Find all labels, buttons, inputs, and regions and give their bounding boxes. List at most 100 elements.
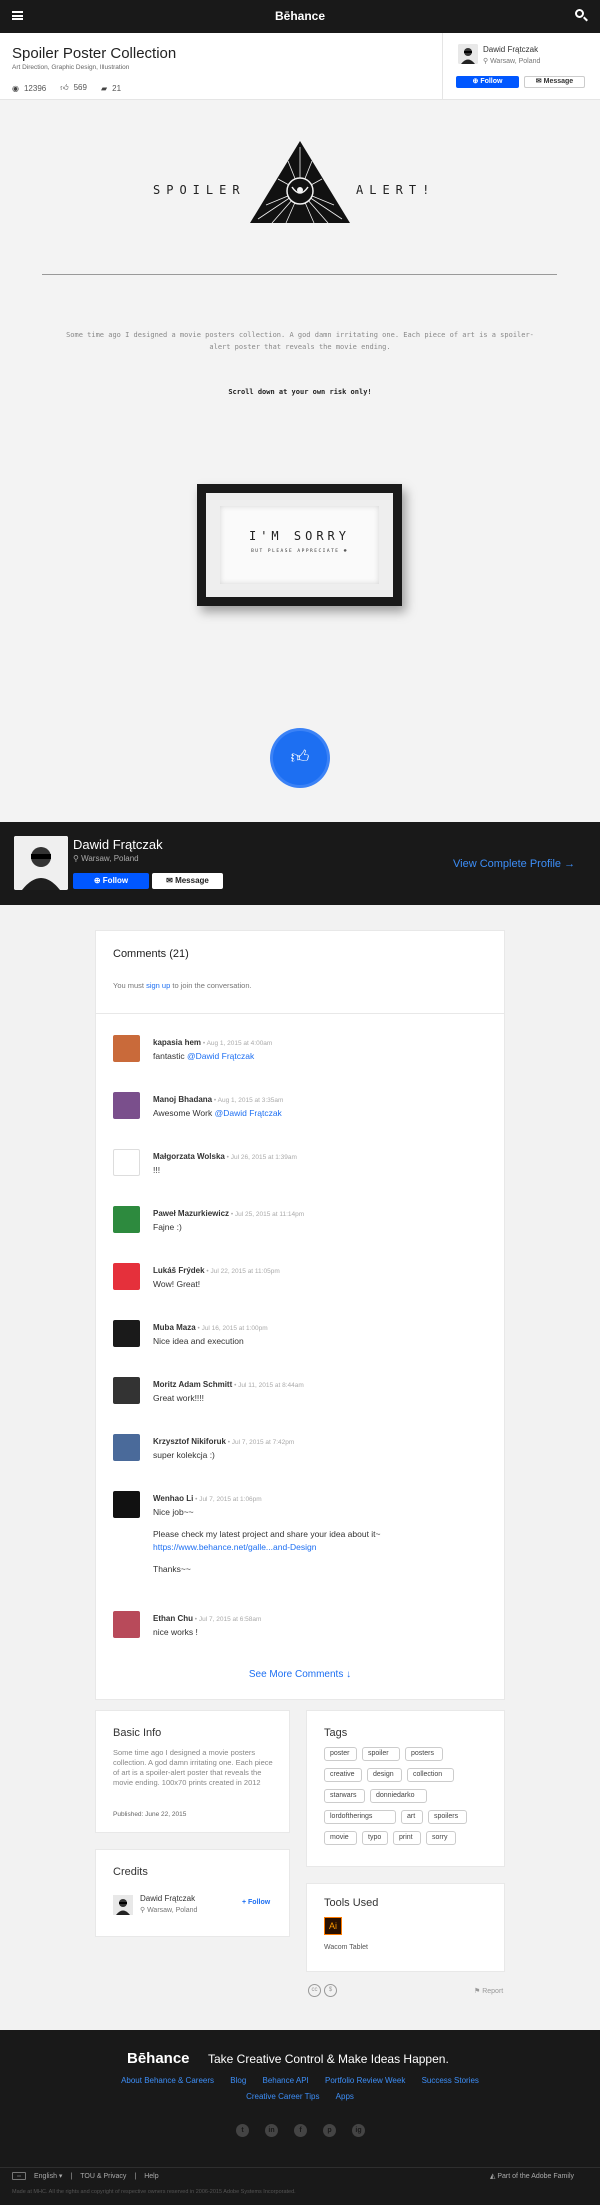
follow-button[interactable]: ⊕ Follow xyxy=(456,76,519,88)
footer-link[interactable]: Success Stories xyxy=(422,2076,479,2085)
mention-link[interactable]: @Dawid Frątczak xyxy=(187,1051,254,1061)
comment-author-name[interactable]: Moritz Adam Schmitt xyxy=(153,1380,232,1389)
illustrator-icon[interactable]: Ai xyxy=(324,1917,342,1935)
tag-chip[interactable]: collection xyxy=(407,1768,454,1782)
owner-band-name[interactable]: Dawid Frątczak xyxy=(73,837,163,852)
footer-link[interactable]: Creative Career Tips xyxy=(246,2092,319,2101)
tag-chip[interactable]: art xyxy=(401,1810,423,1824)
tag-chip[interactable]: lordoftherings xyxy=(324,1810,396,1824)
comment-body: Great work!!!! xyxy=(153,1393,205,1403)
comment-author[interactable]: Muba Maza • Jul 16, 2015 at 1:00pm xyxy=(153,1323,268,1332)
avatar[interactable] xyxy=(113,1149,140,1176)
footer-link[interactable]: Portfolio Review Week xyxy=(325,2076,405,2085)
avatar[interactable] xyxy=(113,1206,140,1233)
linkedin-icon[interactable]: in xyxy=(265,2124,278,2137)
tou-link[interactable]: TOU & Privacy xyxy=(80,2173,126,2180)
avatar[interactable] xyxy=(458,44,478,64)
tag-chip[interactable]: starwars xyxy=(324,1789,365,1803)
tag-chip[interactable]: spoilers xyxy=(428,1810,467,1824)
tag-chip[interactable]: posters xyxy=(405,1747,443,1761)
avatar[interactable] xyxy=(113,1035,140,1062)
comment-body: Nice idea and execution xyxy=(153,1336,244,1346)
avatar[interactable] xyxy=(113,1320,140,1347)
comment-author[interactable]: Moritz Adam Schmitt • Jul 11, 2015 at 8:… xyxy=(153,1380,304,1389)
comment-body: Nice job~~ xyxy=(153,1507,194,1517)
comment-author-name[interactable]: Paweł Mazurkiewicz xyxy=(153,1209,229,1218)
tag-chip[interactable]: movie xyxy=(324,1831,357,1845)
comment-author[interactable]: kapasia hem • Aug 1, 2015 at 4:00am xyxy=(153,1038,272,1047)
tag-chip[interactable]: typo xyxy=(362,1831,388,1845)
artwork-description: Some time ago I designed a movie posters… xyxy=(66,331,534,351)
footer-divider xyxy=(0,2167,600,2168)
help-link[interactable]: Help xyxy=(144,2173,158,2180)
comment-author-name[interactable]: kapasia hem xyxy=(153,1038,201,1047)
tag-chip[interactable]: sorry xyxy=(426,1831,456,1845)
footer-link[interactable]: Blog xyxy=(230,2076,246,2085)
comment-author-name[interactable]: Ethan Chu xyxy=(153,1614,193,1623)
menu-icon[interactable] xyxy=(12,11,23,20)
credit-name[interactable]: Dawid Frątczak xyxy=(140,1894,195,1903)
comment-link[interactable]: https://www.behance.net/galle...and-Desi… xyxy=(153,1541,381,1554)
footer-logo[interactable]: Bēhance xyxy=(127,2050,190,2067)
message-button[interactable]: ✉ Message xyxy=(524,76,585,88)
comment-author[interactable]: Manoj Bhadana • Aug 1, 2015 at 3:35am xyxy=(153,1095,283,1104)
comment-author-name[interactable]: Lukáš Frýdek xyxy=(153,1266,205,1275)
tool-name[interactable]: Wacom Tablet xyxy=(324,1944,368,1951)
footer-link[interactable]: Apps xyxy=(336,2092,354,2101)
comment-author-name[interactable]: Wenhao Li xyxy=(153,1494,193,1503)
footer-link[interactable]: About Behance & Careers xyxy=(121,2076,214,2085)
footer-link[interactable]: Behance API xyxy=(263,2076,309,2085)
avatar[interactable] xyxy=(113,1895,133,1915)
tags-title: Tags xyxy=(324,1727,348,1739)
project-fields[interactable]: Art Direction, Graphic Design, Illustrat… xyxy=(12,64,129,71)
mention-link[interactable]: @Dawid Frątczak xyxy=(215,1108,282,1118)
appreciate-button[interactable]: 👍︎ xyxy=(273,731,327,785)
avatar[interactable] xyxy=(113,1491,140,1518)
comment-author[interactable]: Ethan Chu • Jul 7, 2015 at 6:58am xyxy=(153,1614,261,1623)
owner-band-avatar[interactable] xyxy=(14,836,68,890)
adobe-family-link[interactable]: ◭ Part of the Adobe Family xyxy=(490,2172,574,2180)
avatar[interactable] xyxy=(113,1092,140,1119)
comment-author[interactable]: Małgorzata Wolska • Jul 26, 2015 at 1:39… xyxy=(153,1152,297,1161)
behance-logo[interactable]: Bēhance xyxy=(0,9,600,23)
language-selector[interactable]: English ▾ xyxy=(34,2172,62,2180)
report-link[interactable]: ⚑ Report xyxy=(474,1987,503,1995)
sign-up-link[interactable]: sign up xyxy=(146,981,170,990)
instagram-icon[interactable]: ig xyxy=(352,2124,365,2137)
tag-chip[interactable]: design xyxy=(367,1768,402,1782)
comment-author[interactable]: Wenhao Li • Jul 7, 2015 at 1:06pm xyxy=(153,1494,262,1503)
twitter-icon[interactable]: t xyxy=(236,2124,249,2137)
avatar[interactable] xyxy=(113,1434,140,1461)
credit-follow-button[interactable]: + Follow xyxy=(242,1899,270,1906)
comment-author-name[interactable]: Muba Maza xyxy=(153,1323,196,1332)
avatar[interactable] xyxy=(113,1263,140,1290)
owner-name[interactable]: Dawid Frątczak xyxy=(483,45,538,54)
comment-date: • Aug 1, 2015 at 3:35am xyxy=(212,1097,284,1104)
comment-author-name[interactable]: Krzysztof Nikiforuk xyxy=(153,1437,226,1446)
comment-date-text: Aug 1, 2015 at 3:35am xyxy=(217,1097,284,1104)
view-profile-link[interactable]: View Complete Profile → xyxy=(453,858,575,870)
avatar[interactable] xyxy=(113,1377,140,1404)
tag-chip[interactable]: print xyxy=(393,1831,421,1845)
comments-stat: ▰ 21 xyxy=(101,84,121,93)
facebook-icon[interactable]: f xyxy=(294,2124,307,2137)
comment-author[interactable]: Lukáš Frýdek • Jul 22, 2015 at 11:05pm xyxy=(153,1266,280,1275)
search-icon[interactable] xyxy=(575,9,584,18)
credits-card xyxy=(95,1849,290,1937)
tag-chip[interactable]: creative xyxy=(324,1768,362,1782)
band-follow-label: Follow xyxy=(102,876,129,885)
comments-note: You must sign up to join the conversatio… xyxy=(113,981,252,990)
band-message-button[interactable]: ✉ Message xyxy=(152,873,223,889)
pinterest-icon[interactable]: p xyxy=(323,2124,336,2137)
tag-chip[interactable]: spoiler xyxy=(362,1747,400,1761)
comment-author[interactable]: Paweł Mazurkiewicz • Jul 25, 2015 at 11:… xyxy=(153,1209,304,1218)
see-more-comments-link[interactable]: See More Comments ↓ xyxy=(95,1669,505,1680)
comment-author[interactable]: Krzysztof Nikiforuk • Jul 7, 2015 at 7:4… xyxy=(153,1437,294,1446)
avatar[interactable] xyxy=(113,1611,140,1638)
comment-author-name[interactable]: Manoj Bhadana xyxy=(153,1095,212,1104)
tag-chip[interactable]: poster xyxy=(324,1747,357,1761)
comment-author-name[interactable]: Małgorzata Wolska xyxy=(153,1152,225,1161)
tag-chip[interactable]: donniedarko xyxy=(370,1789,427,1803)
comments-title: Comments (21) xyxy=(113,948,189,960)
band-follow-button[interactable]: ⊕ Follow xyxy=(73,873,149,889)
